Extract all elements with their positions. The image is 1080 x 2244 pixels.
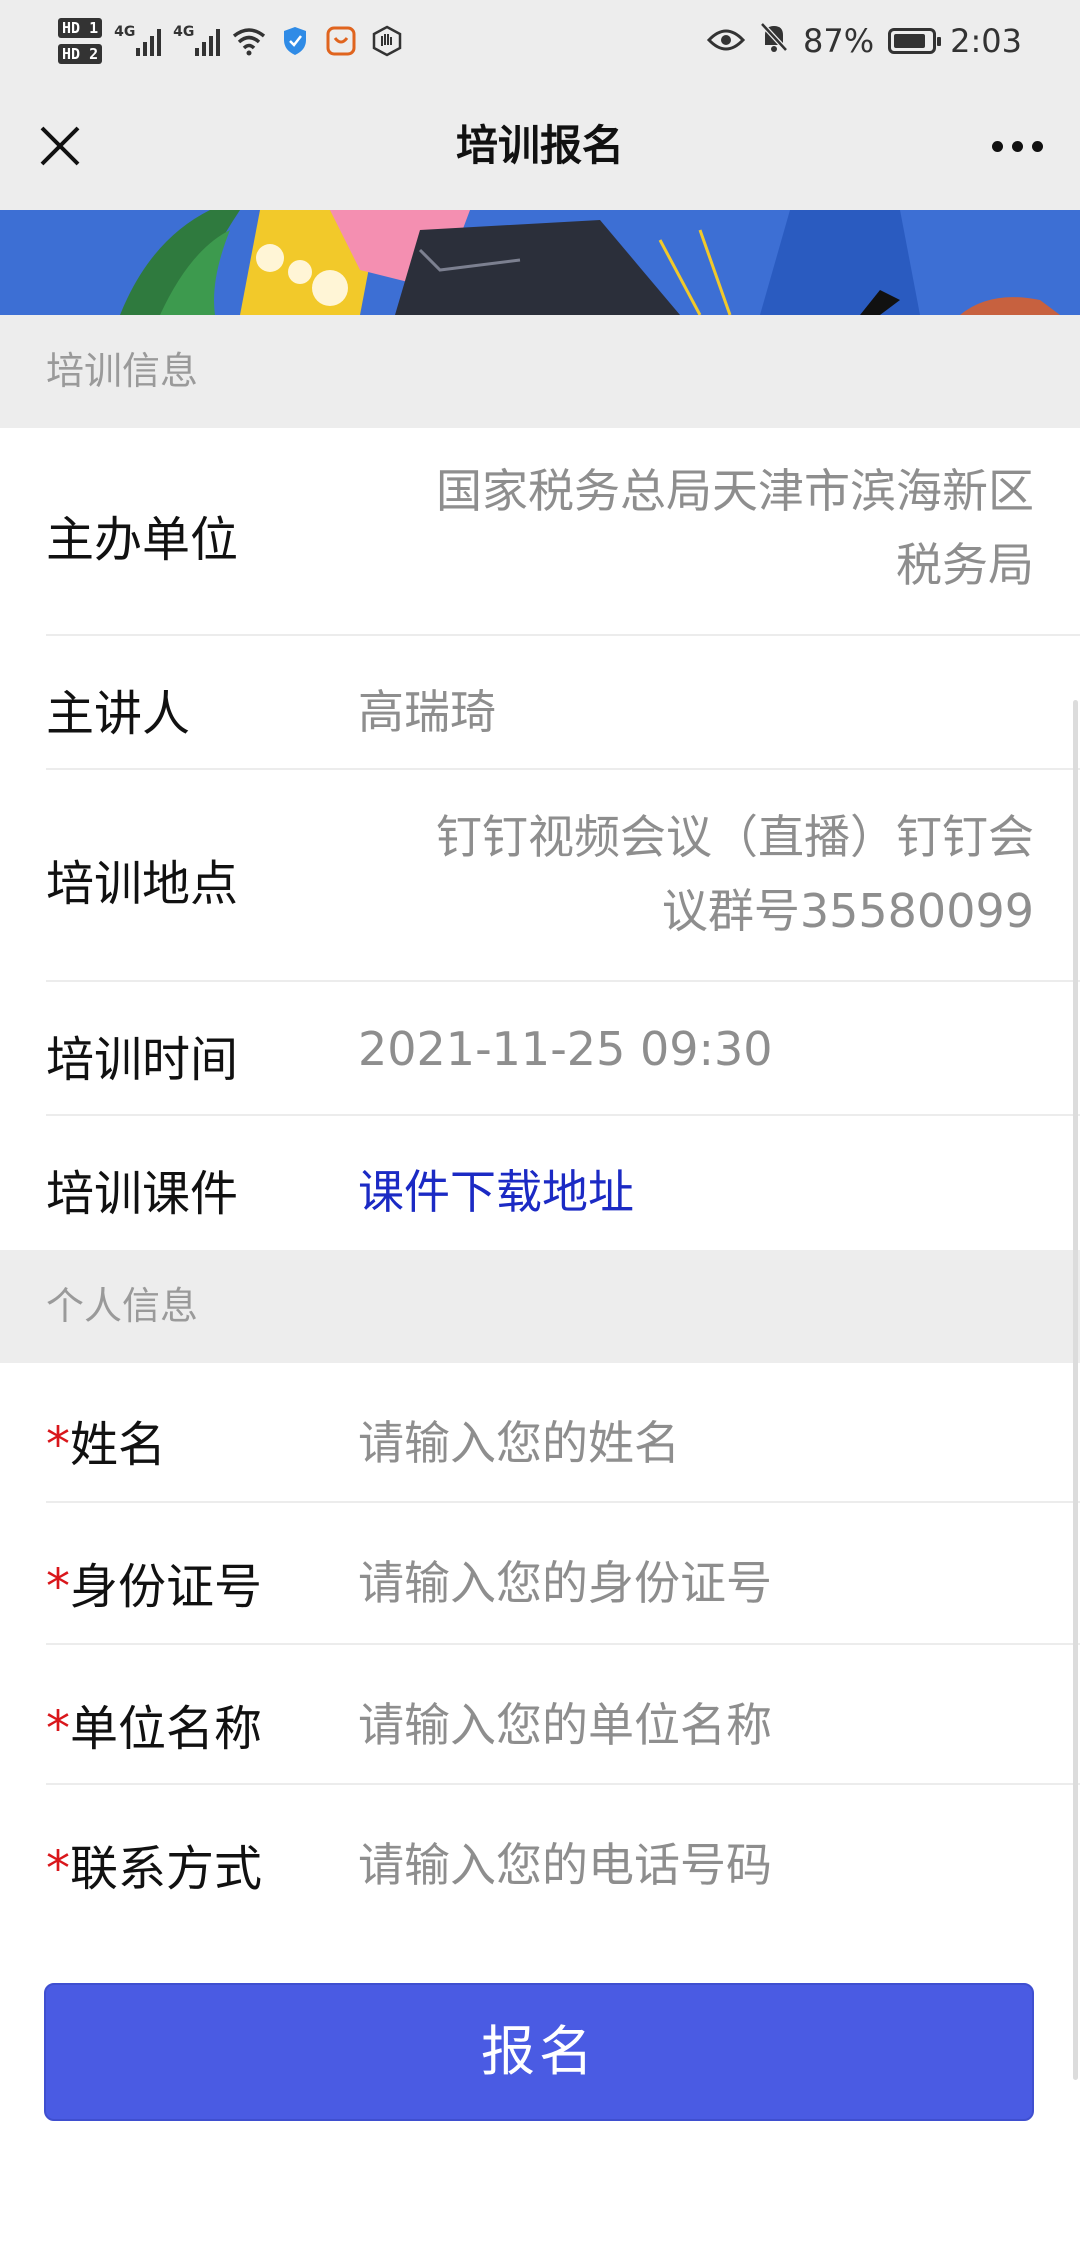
scrollbar[interactable] <box>1073 700 1078 2080</box>
unit-label-text: 单位名称 <box>70 1701 263 1757</box>
courseware-download-link[interactable]: 课件下载地址 <box>358 1156 634 1222</box>
organizer-value-line1: 国家税务总局天津市滨海新区 <box>436 464 1034 518</box>
status-bar: HD 1 HD 2 4G 4G 87% 2:03 <box>0 0 1080 82</box>
more-button[interactable] <box>982 116 1052 176</box>
contact-label-text: 联系方式 <box>70 1841 263 1897</box>
section-header-training: 培训信息 <box>0 315 1080 428</box>
name-input[interactable]: 请输入您的姓名 <box>358 1407 680 1473</box>
hand-icon <box>370 24 404 58</box>
required-mark: * <box>46 1417 70 1473</box>
required-mark: * <box>46 1559 70 1615</box>
phone-input[interactable]: 请输入您的电话号码 <box>358 1829 772 1895</box>
battery-icon <box>888 28 942 54</box>
courseware-row: 培训课件 课件下载地址 <box>0 1116 1080 1250</box>
id-label: *身份证号 <box>46 1547 262 1617</box>
signal-icon-1: 4G <box>114 24 162 56</box>
unit-label: *单位名称 <box>46 1689 262 1759</box>
banner-image <box>0 210 1080 315</box>
name-row: *姓名 请输入您的姓名 <box>0 1363 1080 1503</box>
close-icon <box>40 126 80 166</box>
name-label-text: 姓名 <box>70 1417 167 1473</box>
more-dot-icon <box>991 140 1003 152</box>
section-header-personal: 个人信息 <box>0 1250 1080 1363</box>
speaker-value: 高瑞琦 <box>358 685 496 739</box>
location-value-line2: 议群号35580099 <box>661 884 1034 938</box>
time-row: 培训时间 2021-11-25 09:30 <box>0 982 1080 1116</box>
hd-indicator: HD 1 HD 2 <box>58 18 103 64</box>
network-type-1: 4G <box>114 24 136 40</box>
mute-bell-icon <box>759 21 789 61</box>
required-mark: * <box>46 1701 70 1757</box>
speaker-row: 主讲人 高瑞琦 <box>0 636 1080 770</box>
close-button[interactable] <box>30 116 90 176</box>
unit-row: *单位名称 请输入您的单位名称 <box>0 1645 1080 1785</box>
courseware-label: 培训课件 <box>46 1166 239 1222</box>
contact-label: *联系方式 <box>46 1829 262 1899</box>
organizer-label: 主办单位 <box>46 512 239 568</box>
network-type-2: 4G <box>173 24 195 40</box>
time-label: 培训时间 <box>46 1032 239 1088</box>
more-dot-icon <box>1031 140 1043 152</box>
name-label: *姓名 <box>46 1405 166 1475</box>
page-title: 培训报名 <box>455 121 624 170</box>
location-row: 培训地点 钉钉视频会议（直播）钉钉会 议群号35580099 <box>0 770 1080 982</box>
time-value: 2021-11-25 09:30 <box>358 1022 773 1076</box>
more-dot-icon <box>1011 140 1023 152</box>
status-right: 87% 2:03 <box>706 8 1022 74</box>
organizer-value: 国家税务总局天津市滨海新区 税务局 <box>360 454 1034 602</box>
contact-row: *联系方式 请输入您的电话号码 <box>0 1785 1080 1925</box>
wifi-icon <box>232 24 266 58</box>
organizer-value-line2: 税务局 <box>896 538 1034 592</box>
unit-name-input[interactable]: 请输入您的单位名称 <box>358 1689 772 1755</box>
shield-icon <box>278 24 312 58</box>
id-row: *身份证号 请输入您的身份证号 <box>0 1503 1080 1645</box>
location-label: 培训地点 <box>46 856 239 912</box>
battery-percent: 87% <box>803 22 875 60</box>
id-number-input[interactable]: 请输入您的身份证号 <box>358 1547 772 1613</box>
status-left: HD 1 HD 2 4G 4G <box>58 8 404 74</box>
hd2-badge: HD 2 <box>58 44 103 64</box>
location-value: 钉钉视频会议（直播）钉钉会 议群号35580099 <box>360 800 1034 948</box>
speaker-label: 主讲人 <box>46 686 191 742</box>
required-mark: * <box>46 1841 70 1897</box>
register-button[interactable]: 报名 <box>44 1983 1034 2121</box>
clock: 2:03 <box>950 22 1022 60</box>
eye-icon <box>706 22 746 60</box>
location-value-line1: 钉钉视频会议（直播）钉钉会 <box>436 810 1034 864</box>
hd1-badge: HD 1 <box>58 18 103 38</box>
shopping-bag-icon <box>324 24 358 58</box>
organizer-row: 主办单位 国家税务总局天津市滨海新区 税务局 <box>0 428 1080 636</box>
nav-bar: 培训报名 <box>0 82 1080 210</box>
signal-icon-2: 4G <box>173 24 221 56</box>
id-label-text: 身份证号 <box>70 1559 263 1615</box>
